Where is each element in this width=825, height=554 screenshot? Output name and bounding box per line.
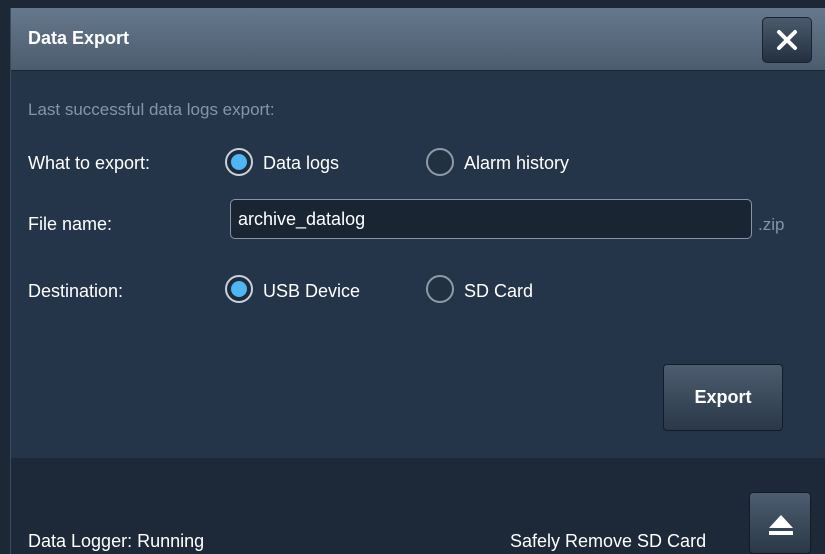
safely-remove-sd-label: Safely Remove SD Card bbox=[510, 531, 707, 551]
data-logger-status: Data Logger: Running bbox=[28, 531, 205, 551]
data-export-dialog: Data Export Last successful data logs ex… bbox=[10, 8, 825, 554]
radio-sd-card[interactable] bbox=[426, 275, 454, 303]
close-icon bbox=[777, 30, 797, 50]
file-extension: .zip bbox=[758, 215, 785, 234]
radio-sd-card-label[interactable]: SD Card bbox=[464, 281, 533, 302]
close-button[interactable] bbox=[762, 17, 812, 63]
last-export-label: Last successful data logs export: bbox=[28, 100, 275, 119]
what-to-export-label: What to export: bbox=[28, 153, 151, 173]
radio-data-logs-label[interactable]: Data logs bbox=[263, 153, 339, 174]
eject-icon bbox=[769, 515, 793, 535]
radio-alarm-history-label[interactable]: Alarm history bbox=[464, 153, 569, 174]
dialog-title: Data Export bbox=[28, 28, 130, 48]
radio-alarm-history[interactable] bbox=[426, 148, 454, 176]
radio-usb-device[interactable] bbox=[225, 275, 253, 303]
destination-label: Destination: bbox=[28, 281, 124, 301]
radio-data-logs[interactable] bbox=[225, 148, 253, 176]
eject-sd-button[interactable] bbox=[749, 492, 811, 554]
export-button[interactable]: Export bbox=[663, 364, 783, 431]
file-name-input[interactable]: archive_datalog bbox=[230, 199, 752, 239]
file-name-label: File name: bbox=[28, 214, 113, 234]
radio-usb-device-label[interactable]: USB Device bbox=[263, 281, 360, 302]
title-bar: Data Export bbox=[11, 8, 825, 71]
